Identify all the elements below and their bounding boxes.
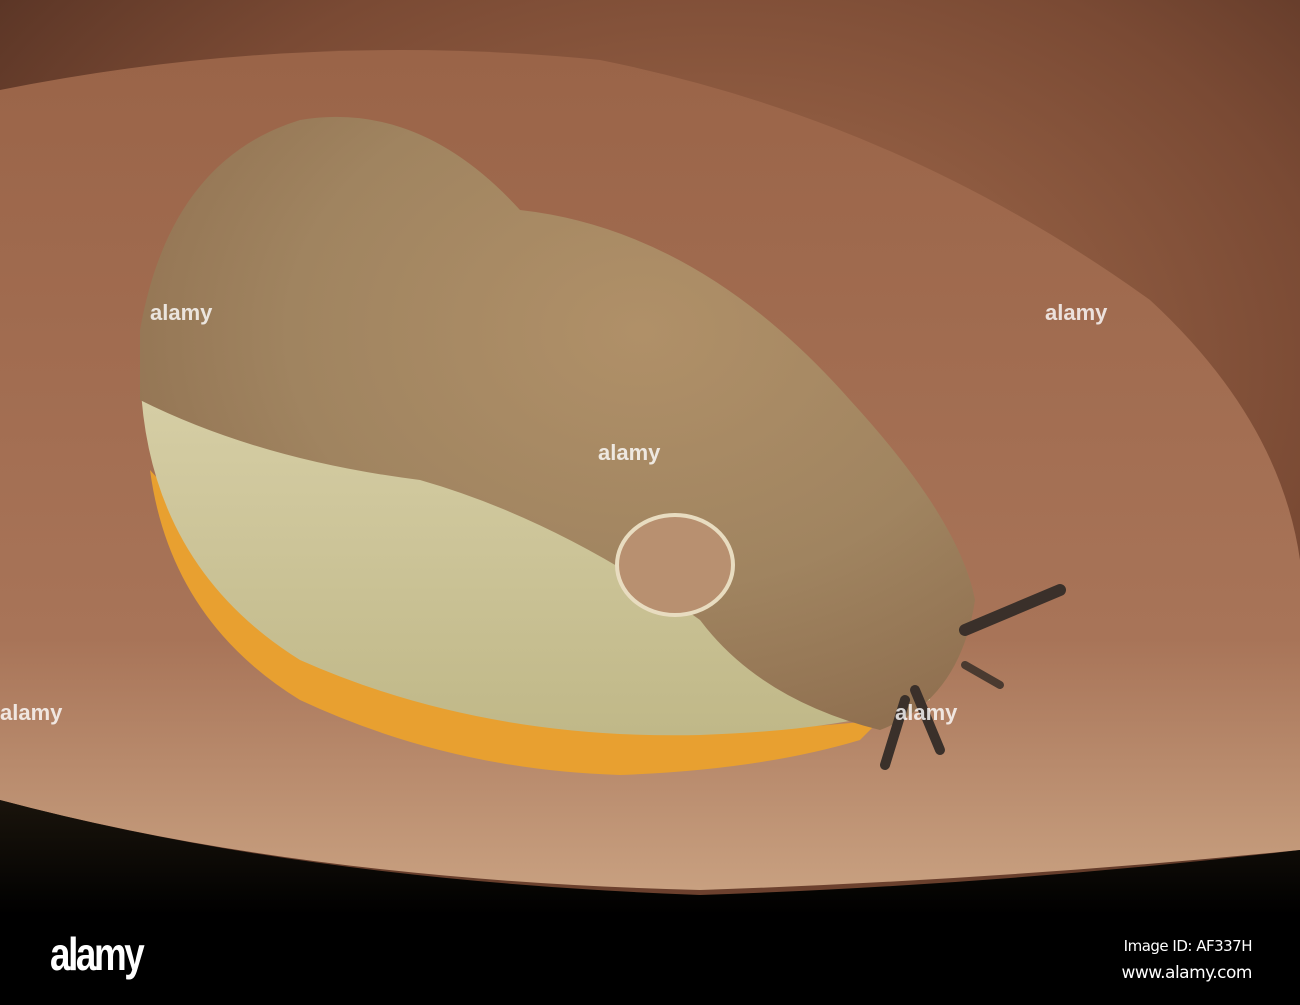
watermark-text: alamy: [1045, 300, 1108, 325]
watermark-text: alamy: [0, 700, 63, 725]
pneumostome: [615, 513, 735, 617]
alamy-logo: alamy: [50, 928, 145, 980]
photo-frame: alamy alamy alamy alamy alamy alamy Imag…: [0, 0, 1300, 1005]
watermark-text: alamy: [895, 700, 958, 725]
watermark-text: alamy: [598, 440, 661, 465]
image-id: Image ID: AF337H: [1123, 937, 1253, 955]
website-link: www.alamy.com: [1121, 963, 1252, 983]
watermark-bar: alamy Image ID: AF337H www.alamy.com: [0, 915, 1300, 1005]
watermark-text: alamy: [150, 300, 213, 325]
